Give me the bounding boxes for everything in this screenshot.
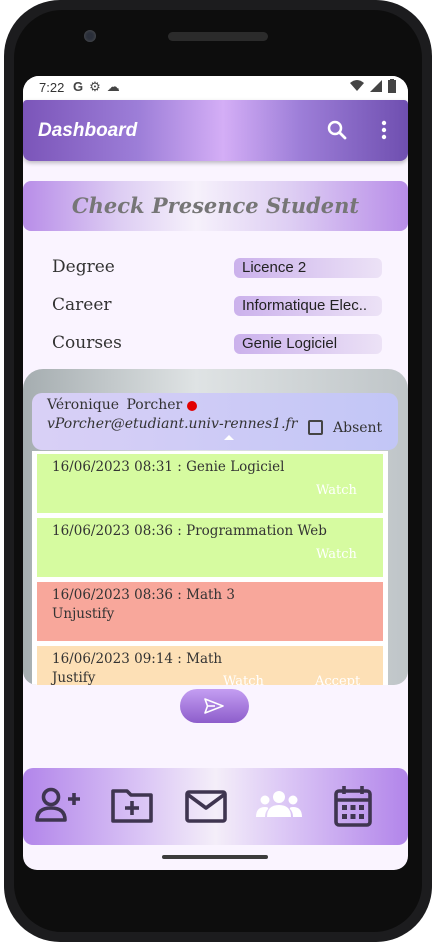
app-bar: Dashboard (23, 100, 408, 161)
list-item[interactable]: 16/06/2023 08:36 : Math 3 Unjustify (37, 582, 383, 641)
group-icon[interactable] (255, 785, 303, 827)
front-camera (84, 30, 96, 42)
send-button[interactable] (180, 689, 249, 723)
watch-button[interactable]: Watch (316, 483, 357, 498)
courses-label: Courses (52, 333, 122, 353)
absent-label: Absent (333, 420, 383, 436)
bottom-nav (23, 768, 408, 845)
entry-title: 16/06/2023 08:31 : Genie Logiciel (52, 459, 285, 475)
status-time: 7:22 (39, 80, 65, 95)
calendar-icon[interactable] (329, 785, 377, 827)
student-name: Véronique Porcher (47, 397, 183, 413)
list-item[interactable]: 16/06/2023 08:31 : Genie Logiciel Watch (37, 454, 383, 513)
watch-button[interactable]: Watch (223, 674, 264, 685)
status-bar: 7:22 G ⚙ ☁ (23, 76, 408, 100)
degree-label: Degree (52, 257, 115, 277)
add-person-icon[interactable] (34, 785, 82, 827)
student-email: vPorcher@etudiant.univ-rennes1.fr (47, 416, 298, 432)
entry-status: Justify (52, 670, 96, 685)
add-folder-icon[interactable] (109, 785, 157, 827)
degree-select[interactable]: Licence 2 (234, 258, 382, 278)
battery-icon (388, 79, 396, 93)
banner: Check Presence Student (23, 181, 408, 231)
signal-icon (370, 80, 382, 92)
home-indicator[interactable] (162, 855, 268, 859)
mail-icon[interactable] (182, 785, 230, 827)
google-icon: G (73, 79, 84, 94)
cloud-icon: ☁ (106, 79, 120, 94)
entry-title: 16/06/2023 08:36 : Programmation Web (52, 523, 327, 539)
entry-title: 16/06/2023 09:14 : Math (52, 651, 223, 667)
expand-arrow-icon[interactable] (224, 435, 234, 440)
banner-title: Check Presence Student (71, 193, 360, 218)
career-label: Career (52, 295, 112, 315)
watch-button[interactable]: Watch (316, 547, 357, 562)
student-card[interactable]: Véronique Porcher vPorcher@etudiant.univ… (32, 393, 398, 450)
wifi-icon (350, 80, 364, 91)
entry-title: 16/06/2023 08:36 : Math 3 (52, 587, 236, 603)
more-vert-icon[interactable] (377, 118, 391, 142)
status-dot (187, 401, 197, 411)
career-select[interactable]: Informatique Elec.. (234, 296, 382, 316)
courses-select[interactable]: Genie Logiciel (234, 334, 382, 354)
list-item[interactable]: 16/06/2023 08:36 : Programmation Web Wat… (37, 518, 383, 577)
accept-button[interactable]: Accept (315, 674, 360, 685)
app-screen: 7:22 G ⚙ ☁ Dashboard Check Presence Stud… (23, 76, 408, 870)
absent-checkbox[interactable] (308, 420, 323, 435)
entry-status: Unjustify (52, 606, 115, 622)
send-icon (204, 698, 224, 714)
app-bar-title: Dashboard (38, 120, 138, 141)
earpiece (168, 32, 268, 41)
gear-icon: ⚙ (89, 79, 101, 94)
attendance-list: 16/06/2023 08:31 : Genie Logiciel Watch … (32, 451, 388, 685)
student-panel: Véronique Porcher vPorcher@etudiant.univ… (23, 369, 408, 685)
search-icon[interactable] (325, 118, 349, 142)
list-item[interactable]: 16/06/2023 09:14 : Math Justify Watch Ac… (37, 646, 383, 685)
